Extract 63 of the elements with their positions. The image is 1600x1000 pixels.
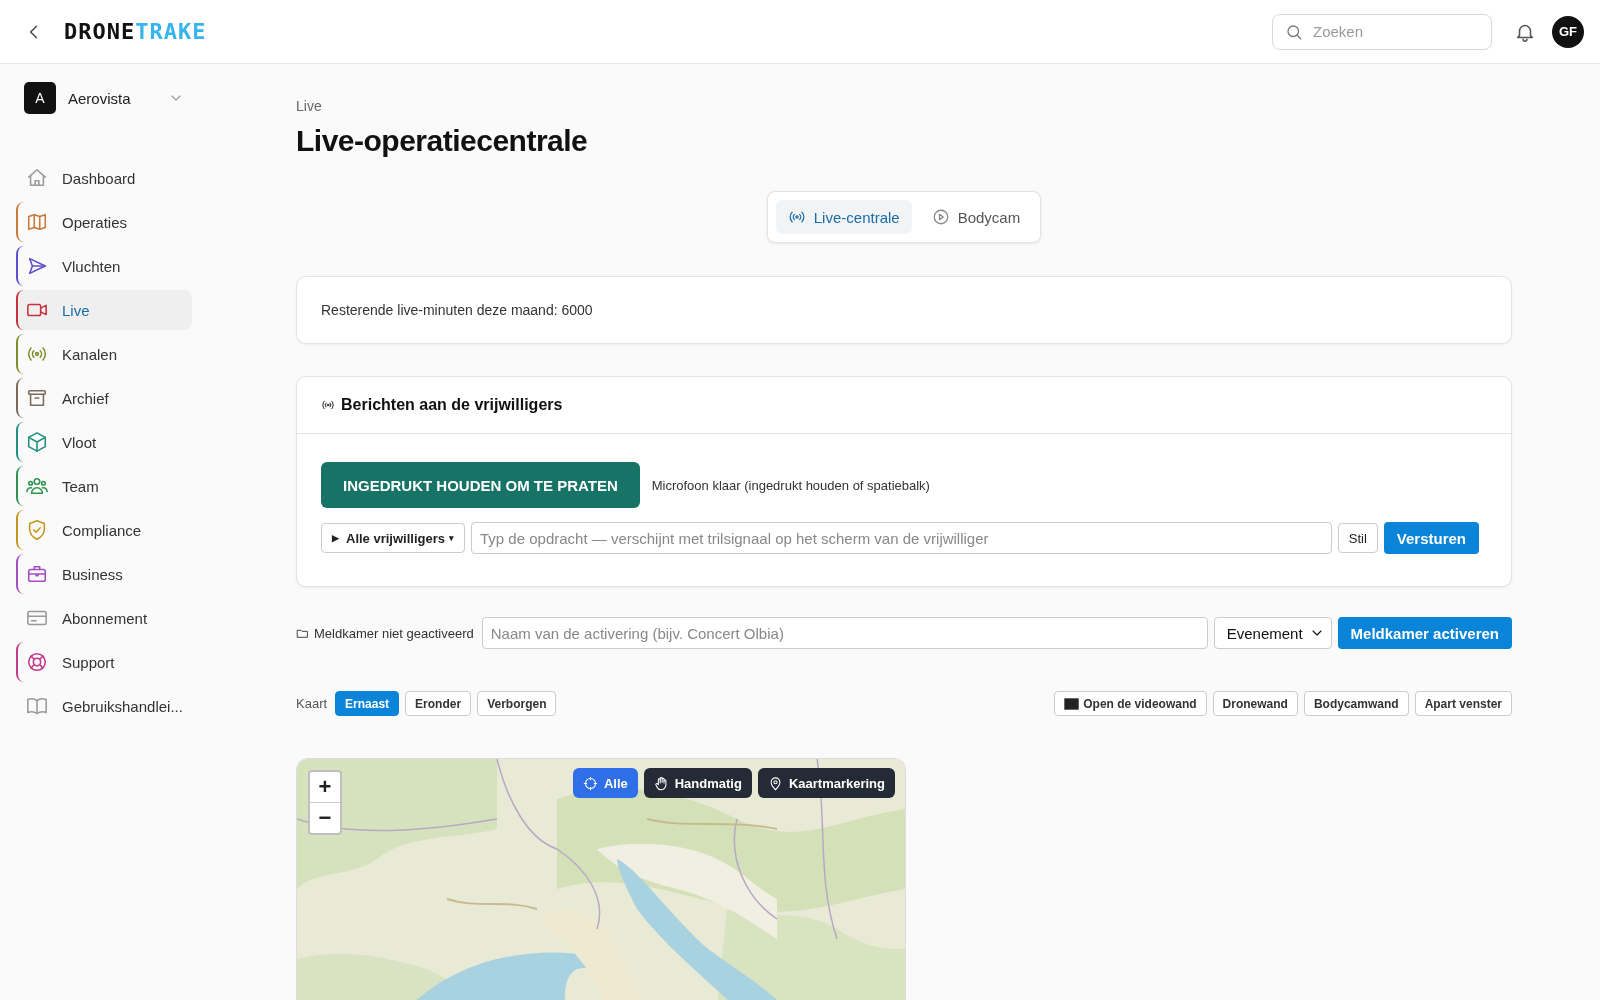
- archive-icon: [26, 387, 48, 409]
- breadcrumb: Live: [296, 98, 323, 114]
- sidebar-item[interactable]: Business: [16, 554, 192, 594]
- sidebar-item[interactable]: Dashboard: [16, 158, 192, 198]
- logo: DRONETRAKE: [64, 19, 207, 44]
- broadcast-icon: [321, 398, 335, 412]
- lifebuoy-icon: [26, 651, 48, 673]
- organization-switcher[interactable]: A Aerovista: [24, 82, 184, 114]
- map-icon: [26, 211, 48, 233]
- sidebar-item[interactable]: Kanalen: [16, 334, 192, 374]
- shield-check-icon: [26, 519, 48, 541]
- video-wall-button[interactable]: Apart venster: [1414, 691, 1512, 716]
- sidebar-item[interactable]: Team: [16, 466, 192, 506]
- activation-name-input[interactable]: Naam van de activering (bijv. Concert Olbia): [481, 617, 1208, 649]
- crosshair-icon: [582, 775, 598, 791]
- play-circle-icon: [931, 208, 950, 226]
- video-wall-button[interactable]: Open de videowand: [1054, 691, 1207, 716]
- map-mode-button[interactable]: Handmatig: [643, 768, 752, 798]
- microphone-status: Microfoon klaar (ingedrukt houden of spatiebalk): [651, 477, 930, 493]
- activate-dispatch-button[interactable]: Meldkamer activeren: [1337, 617, 1512, 649]
- tab[interactable]: Live-centrale: [775, 200, 912, 234]
- sidebar-item[interactable]: Abonnement: [16, 598, 192, 638]
- sidebar-item[interactable]: Vloot: [16, 422, 192, 462]
- remaining-minutes-text: Resterende live-minuten deze maand: 6000: [321, 302, 593, 318]
- map-mode-button[interactable]: Kaartmarkering: [757, 768, 895, 798]
- book-icon: [26, 695, 48, 717]
- push-to-talk-button[interactable]: INGEDRUKT HOUDEN OM TE PRATEN: [321, 462, 640, 508]
- dispatch-status: Meldkamer niet geactiveerd: [314, 625, 474, 641]
- sidebar-item[interactable]: Support: [16, 642, 192, 682]
- home-icon: [26, 167, 48, 189]
- tab[interactable]: Bodycam: [919, 200, 1033, 234]
- cube-icon: [26, 431, 48, 453]
- send-icon: [26, 255, 48, 277]
- video-wall-button[interactable]: Dronewand: [1212, 691, 1298, 716]
- map-mode-button[interactable]: Alle: [572, 768, 638, 798]
- sidebar-item[interactable]: Compliance: [16, 510, 192, 550]
- silent-button[interactable]: Stil: [1337, 523, 1378, 553]
- people-icon: [26, 475, 48, 497]
- message-input[interactable]: Typ de opdracht — verschijnt met trilsignaal op het scherm van de vrijwilliger: [471, 522, 1332, 554]
- sidebar-item[interactable]: Archief: [16, 378, 192, 418]
- recipient-dropdown[interactable]: ▶ Alle vrijwilligers ▾: [321, 523, 465, 553]
- map-layout-label: Kaart: [296, 696, 328, 711]
- zoom-out-button[interactable]: −: [310, 802, 340, 833]
- zoom-in-button[interactable]: +: [310, 772, 340, 802]
- map-layout-option[interactable]: Verborgen: [477, 691, 557, 716]
- page-title: Live-operatiecentrale: [296, 124, 589, 158]
- sidebar-item[interactable]: Vluchten: [16, 246, 192, 286]
- hand-icon: [653, 775, 669, 791]
- map-layout-option[interactable]: Ernaast: [335, 691, 400, 716]
- map-layout-option[interactable]: Eronder: [405, 691, 472, 716]
- sidebar-item[interactable]: Live: [16, 290, 192, 330]
- video-wall-button[interactable]: Bodycamwand: [1303, 691, 1409, 716]
- sidebar-item[interactable]: Operaties: [16, 202, 192, 242]
- send-button[interactable]: Versturen: [1383, 522, 1479, 554]
- card-title: Berichten aan de vrijwilligers: [341, 396, 563, 414]
- sidebar-item[interactable]: Gebruikshandlei...: [16, 686, 192, 726]
- organization-logo: A: [24, 82, 56, 114]
- monitor-icon: [1064, 697, 1080, 710]
- type-select[interactable]: Evenement: [1213, 617, 1332, 649]
- search-field[interactable]: Zoeken: [1272, 13, 1492, 50]
- briefcase-icon: [26, 563, 48, 585]
- avatar[interactable]: GF: [1552, 15, 1584, 48]
- search-icon: [1285, 22, 1303, 41]
